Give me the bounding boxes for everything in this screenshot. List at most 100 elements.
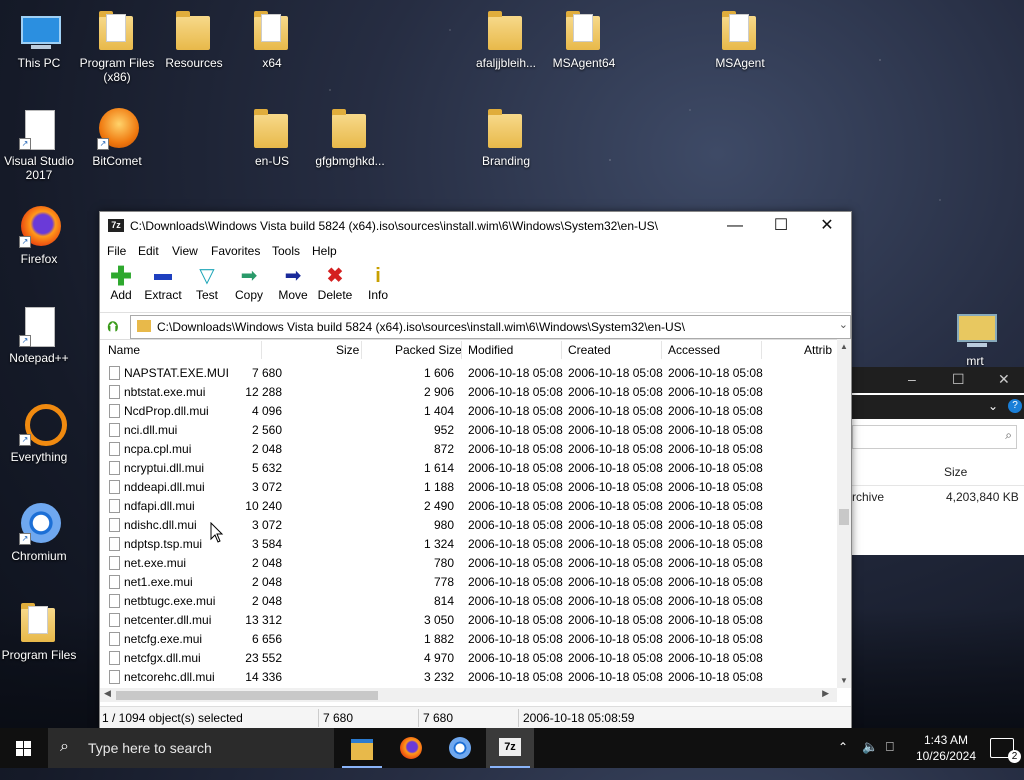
column-size[interactable]: Size — [944, 465, 967, 479]
taskbar-7zip[interactable]: 7z — [486, 728, 534, 768]
menu-tools[interactable]: Tools — [272, 244, 300, 258]
desktop-icon-visual-studio[interactable]: ↗ Visual Studio 2017 — [0, 108, 78, 182]
extract-button[interactable]: Extract — [141, 264, 185, 302]
desktop-icon-everything[interactable]: ↗ Everything — [0, 404, 78, 464]
cell-accessed: 2006-10-18 05:08 — [668, 613, 763, 627]
table-row[interactable]: ndfapi.dll.mui 10 240 2 490 2006-10-18 05:0… — [100, 496, 837, 515]
table-row[interactable]: netcenter.dll.mui 13 312 3 050 2006-10-18 0… — [100, 610, 837, 629]
cell-created: 2006-10-18 05:08 — [568, 442, 663, 456]
horizontal-scroll-thumb[interactable] — [116, 691, 378, 700]
table-row[interactable]: netbtugc.exe.mui 2 048 814 2006-10-18 05:08… — [100, 591, 837, 610]
table-row[interactable]: netcfgx.dll.mui 23 552 4 970 2006-10-18 05:… — [100, 648, 837, 667]
path-combobox[interactable]: C:\Downloads\Windows Vista build 5824 (x… — [130, 315, 851, 339]
menu-edit[interactable]: Edit — [138, 244, 159, 258]
table-row[interactable]: netcorehc.dll.mui 14 336 3 232 2006-10-18 0… — [100, 667, 837, 686]
close-button[interactable]: ✕ — [804, 212, 850, 240]
column-accessed[interactable]: Accessed — [668, 343, 720, 357]
desktop-icon-program-files[interactable]: Program Files — [0, 602, 78, 662]
desktop-icon-afaljjbleih[interactable]: afaljjbleih... — [467, 10, 545, 70]
desktop-icon-resources[interactable]: Resources — [155, 10, 233, 70]
cell-accessed: 2006-10-18 05:08 — [668, 385, 763, 399]
menu-file[interactable]: File — [107, 244, 126, 258]
desktop-icon-x64[interactable]: x64 — [233, 10, 311, 70]
minimize-icon[interactable]: – — [908, 371, 916, 387]
table-row[interactable]: netcfg.exe.mui 6 656 1 882 2006-10-18 05:08… — [100, 629, 837, 648]
column-created[interactable]: Created — [568, 343, 611, 357]
desktop-icon-program-files-x86[interactable]: Program Files (x86) — [78, 10, 156, 84]
desktop-icon-this-pc[interactable]: This PC — [0, 10, 78, 70]
test-button[interactable]: ▽ Test — [185, 264, 229, 302]
add-button[interactable]: ✚ Add — [99, 261, 143, 302]
vertical-scrollbar[interactable]: ▲ ▼ — [837, 339, 851, 688]
notification-center-icon[interactable]: 2 — [990, 738, 1021, 763]
column-name[interactable]: Name — [108, 343, 140, 357]
cell-created: 2006-10-18 05:08 — [568, 670, 663, 684]
horizontal-scrollbar[interactable]: ◀ ▶ — [100, 688, 837, 702]
desktop-icon-branding[interactable]: Branding — [467, 108, 545, 168]
desktop-icon-notepad-plus-plus[interactable]: ↗ Notepad++ — [0, 305, 78, 365]
background-explorer-window[interactable]: – ☐ ✕ ⌄ ? ⌕ Size rchive 4,203,840 KB — [851, 367, 1024, 555]
cell-created: 2006-10-18 05:08 — [568, 404, 663, 418]
copy-button[interactable]: ➡ Copy — [227, 264, 271, 302]
scroll-right-icon[interactable]: ▶ — [822, 688, 829, 699]
taskbar-search-box[interactable]: ⌕ Type here to search — [48, 728, 334, 768]
table-row[interactable]: nddeapi.dll.mui 3 072 1 188 2006-10-18 05:0… — [100, 477, 837, 496]
table-row[interactable]: net1.exe.mui 2 048 778 2006-10-18 05:08 2006… — [100, 572, 837, 591]
desktop-icon-mrt[interactable]: mrt — [936, 308, 1014, 368]
table-row[interactable]: ncryptui.dll.mui 5 632 1 614 2006-10-18 05:… — [100, 458, 837, 477]
taskbar-file-explorer[interactable] — [338, 728, 386, 768]
7zip-file-manager-window[interactable]: 7z C:\Downloads\Windows Vista build 5824… — [99, 211, 852, 729]
move-button[interactable]: ➡ Move — [271, 264, 315, 302]
show-hidden-icons-chevron-icon[interactable]: ⌃ — [838, 740, 848, 780]
shortcut-arrow-icon: ↗ — [19, 138, 31, 150]
close-icon[interactable]: ✕ — [998, 371, 1010, 388]
maximize-icon[interactable]: ☐ — [952, 371, 965, 388]
table-row[interactable]: ncpa.cpl.mui 2 048 872 2006-10-18 05:08 2006… — [100, 439, 837, 458]
delete-button[interactable]: ✖ Delete — [313, 264, 357, 302]
table-row[interactable]: NcdProp.dll.mui 4 096 1 404 2006-10-18 05:0… — [100, 401, 837, 420]
chevron-down-icon[interactable]: ⌄ — [988, 399, 998, 413]
maximize-button[interactable]: ☐ — [758, 212, 804, 240]
info-button[interactable]: i Info — [356, 264, 400, 302]
bg-window-search-box[interactable]: ⌕ — [852, 425, 1017, 449]
file-list[interactable]: Name Size Packed Size Modified Created A… — [100, 339, 837, 688]
desktop-icon-msagent[interactable]: MSAgent — [701, 10, 779, 70]
cell-accessed: 2006-10-18 05:08 — [668, 518, 763, 532]
scroll-down-icon[interactable]: ▼ — [837, 676, 851, 685]
table-row[interactable]: nbtstat.exe.mui 12 288 2 906 2006-10-18 05:… — [100, 382, 837, 401]
desktop-icon-bitcomet[interactable]: ↗ BitComet — [78, 108, 156, 168]
table-row[interactable]: NAPSTAT.EXE.MUI 7 680 1 606 2006-10-18 05:0… — [100, 363, 837, 382]
scroll-up-icon[interactable]: ▲ — [837, 342, 851, 351]
cell-size: 10 240 — [245, 499, 282, 513]
column-modified[interactable]: Modified — [468, 343, 513, 357]
scroll-left-icon[interactable]: ◀ — [104, 688, 111, 699]
table-row[interactable]: net.exe.mui 2 048 780 2006-10-18 05:08 2006-… — [100, 553, 837, 572]
desktop-icon-chromium[interactable]: ↗ Chromium — [0, 503, 78, 563]
up-folder-button[interactable]: ⮉ — [104, 317, 122, 335]
help-icon[interactable]: ? — [1008, 399, 1022, 413]
bg-window-row-name[interactable]: rchive — [852, 490, 884, 504]
plus-icon: ✚ — [110, 261, 132, 291]
vertical-scroll-thumb[interactable] — [839, 509, 849, 525]
minimize-button[interactable]: — — [712, 212, 758, 240]
chevron-down-icon[interactable]: ⌄ — [839, 318, 848, 331]
taskbar-firefox[interactable] — [387, 728, 435, 768]
taskbar-clock[interactable]: 1:43 AM 10/26/2024 — [916, 732, 976, 764]
table-row[interactable]: nci.dll.mui 2 560 952 2006-10-18 05:08 2006-… — [100, 420, 837, 439]
window-titlebar[interactable]: 7z C:\Downloads\Windows Vista build 5824… — [100, 212, 851, 240]
taskbar-chromium[interactable] — [436, 728, 484, 768]
column-attrib[interactable]: Attrib — [804, 343, 832, 357]
desktop-icon-gfgbmghkd[interactable]: gfgbmghkd... — [311, 108, 389, 168]
menu-favorites[interactable]: Favorites — [211, 244, 260, 258]
volume-muted-icon[interactable]: 🔈 — [862, 739, 878, 779]
desktop-icon-en-us[interactable]: en-US — [233, 108, 311, 168]
column-size[interactable]: Size — [336, 343, 359, 357]
folder-icon — [332, 109, 366, 148]
start-button[interactable] — [0, 728, 48, 768]
desktop-icon-msagent64[interactable]: MSAgent64 — [545, 10, 623, 70]
network-icon[interactable]: ⎕ — [886, 739, 894, 779]
column-packed-size[interactable]: Packed Size — [395, 343, 462, 357]
desktop-icon-firefox[interactable]: ↗ Firefox — [0, 206, 78, 266]
menu-help[interactable]: Help — [312, 244, 337, 258]
menu-view[interactable]: View — [172, 244, 198, 258]
